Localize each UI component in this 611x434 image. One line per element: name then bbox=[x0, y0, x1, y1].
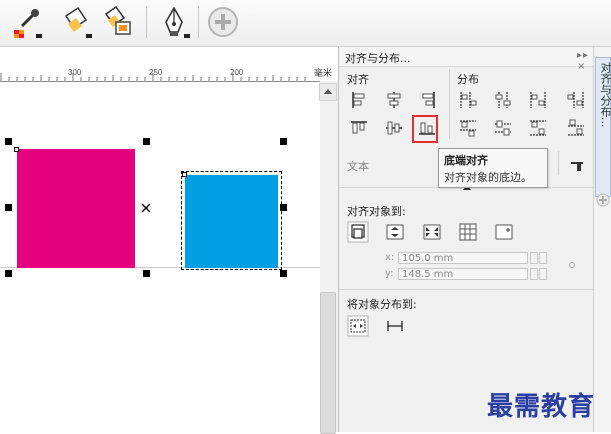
pen-nib-icon[interactable] bbox=[156, 4, 192, 40]
y-coordinate-row: y: 148.5 mm bbox=[385, 268, 555, 281]
distribute-to-selection-icon[interactable] bbox=[347, 315, 369, 337]
node-marker bbox=[14, 147, 19, 152]
align-to-specified-point-icon[interactable] bbox=[493, 221, 515, 243]
align-top-icon[interactable] bbox=[348, 117, 370, 139]
toolbar-separator bbox=[198, 6, 199, 38]
distribute-vertical-spacing-icon[interactable] bbox=[527, 117, 549, 139]
tooltip: 底端对齐 对齐对象的底边。 bbox=[438, 148, 548, 188]
text-section-label: 文本 bbox=[347, 160, 369, 173]
magenta-rectangle[interactable] bbox=[17, 149, 135, 268]
distribute-bottom-icon[interactable] bbox=[565, 117, 587, 139]
align-horizontal-center-icon[interactable] bbox=[383, 89, 405, 111]
add-icon[interactable] bbox=[205, 4, 241, 40]
align-vertical-center-icon[interactable] bbox=[383, 117, 405, 139]
distribute-to-label: 将对象分布到: bbox=[347, 298, 417, 311]
selection-handle[interactable] bbox=[5, 204, 12, 211]
interactive-fill-icon[interactable] bbox=[100, 4, 136, 40]
node-marker bbox=[182, 172, 187, 177]
fill-bucket-icon[interactable] bbox=[58, 4, 94, 40]
align-to-grid-icon[interactable] bbox=[457, 221, 479, 243]
y-coordinate-input[interactable]: 148.5 mm bbox=[398, 268, 528, 280]
docker-title-bar: 对齐与分布... ▸▸ × bbox=[339, 47, 594, 72]
x-coordinate-row: x: 105.0 mm bbox=[385, 252, 555, 265]
distribute-to-page-icon[interactable] bbox=[384, 315, 406, 337]
chevron-up-icon bbox=[324, 89, 332, 94]
selection-handle[interactable] bbox=[280, 270, 287, 277]
lock-ratio-icon[interactable] bbox=[568, 261, 576, 269]
align-right-icon[interactable] bbox=[417, 89, 439, 111]
align-section-label: 对齐 bbox=[347, 73, 369, 86]
eyedropper-fill-icon[interactable] bbox=[8, 4, 44, 40]
distribute-section-label: 分布 bbox=[457, 73, 479, 86]
selection-handle[interactable] bbox=[5, 270, 12, 277]
selection-handle[interactable] bbox=[143, 270, 150, 277]
tooltip-description: 对齐对象的底边。 bbox=[444, 171, 532, 184]
watermark: 最需教育 bbox=[487, 392, 596, 422]
align-to-page-edge-icon[interactable] bbox=[384, 221, 406, 243]
ruler-label: 200 bbox=[230, 68, 244, 77]
text-align-icon[interactable] bbox=[567, 153, 589, 175]
tab-align-distribute[interactable]: 对齐与分布... bbox=[595, 57, 611, 197]
align-distribute-docker: 对齐与分布... ▸▸ × 对齐 分布 文本 对齐对象到: x: 105.0 m… bbox=[338, 47, 594, 432]
horizontal-ruler: 300 250 200 毫米 bbox=[0, 47, 338, 82]
ruler-unit: 毫米 bbox=[314, 69, 333, 79]
docker-title: 对齐与分布... bbox=[345, 52, 411, 65]
align-to-label: 对齐对象到: bbox=[347, 205, 406, 218]
distribute-right-icon[interactable] bbox=[565, 89, 587, 111]
x-spinner[interactable] bbox=[530, 252, 538, 264]
top-toolbar bbox=[0, 0, 611, 47]
align-to-page-center-icon[interactable] bbox=[421, 221, 443, 243]
docker-side-tabs: 对齐与分布... bbox=[593, 47, 611, 432]
distribute-left-icon[interactable] bbox=[457, 89, 479, 111]
add-tab-icon[interactable] bbox=[596, 193, 610, 207]
docker-collapse-icon[interactable]: ▸▸ × bbox=[577, 50, 594, 72]
drawing-canvas[interactable]: 300 250 200 毫米 bbox=[0, 47, 338, 434]
toolbar-separator bbox=[146, 6, 147, 38]
align-left-icon[interactable] bbox=[348, 89, 370, 111]
section-divider bbox=[449, 69, 450, 139]
x-unit-dropdown[interactable] bbox=[539, 252, 547, 264]
ruler-arrow-button[interactable] bbox=[319, 83, 337, 101]
blue-rectangle[interactable] bbox=[185, 175, 278, 268]
selection-handle[interactable] bbox=[143, 138, 150, 145]
selection-handle[interactable] bbox=[5, 138, 12, 145]
vertical-scrollbar-thumb[interactable] bbox=[320, 292, 336, 434]
selection-handle[interactable] bbox=[280, 138, 287, 145]
y-label: y: bbox=[385, 268, 394, 279]
distribute-top-icon[interactable] bbox=[457, 117, 479, 139]
ruler-label: 300 bbox=[68, 68, 82, 77]
distribute-middle-icon[interactable] bbox=[492, 117, 514, 139]
y-spinner[interactable] bbox=[530, 268, 538, 280]
tooltip-title: 底端对齐 bbox=[444, 154, 488, 167]
center-x-icon bbox=[141, 203, 151, 213]
side-tab-label: 对齐与分布... bbox=[599, 62, 611, 128]
section-divider bbox=[339, 289, 594, 290]
x-label: x: bbox=[385, 252, 395, 263]
x-coordinate-input[interactable]: 105.0 mm bbox=[398, 252, 528, 264]
align-to-active-objects-icon[interactable] bbox=[347, 221, 369, 243]
highlight-box bbox=[412, 115, 438, 143]
section-divider bbox=[558, 151, 559, 175]
y-unit-dropdown[interactable] bbox=[539, 268, 547, 280]
distribute-center-icon[interactable] bbox=[492, 89, 514, 111]
distribute-spacing-icon[interactable] bbox=[527, 89, 549, 111]
ruler-label: 250 bbox=[149, 68, 163, 77]
